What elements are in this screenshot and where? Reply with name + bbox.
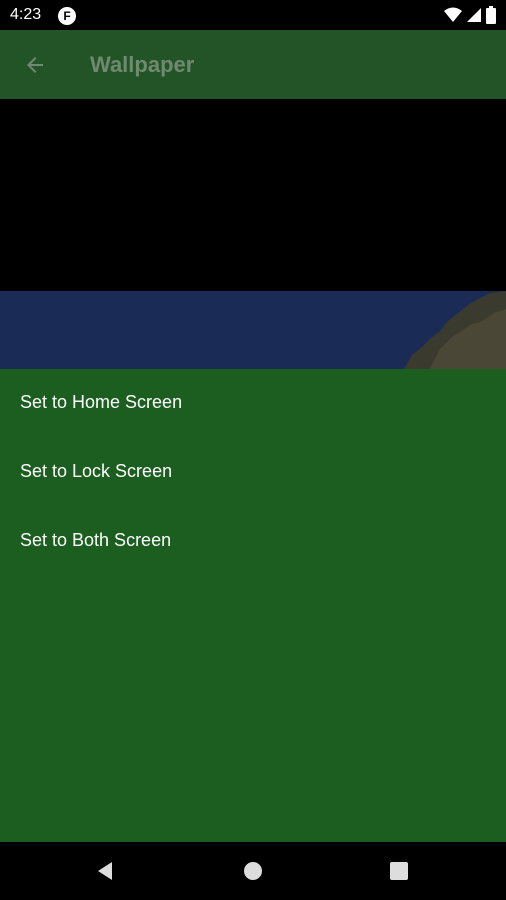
wifi-icon [444,7,462,22]
option-label: Set to Lock Screen [20,461,173,481]
recents-square-icon [390,862,408,880]
cellular-signal-icon [467,8,481,22]
nav-back-button[interactable] [91,856,121,886]
home-circle-icon [244,862,262,880]
wallpaper-preview-image [0,99,506,369]
status-bar: 4:23 F [0,0,506,30]
option-label: Set to Home Screen [20,392,183,412]
nav-home-button[interactable] [238,856,268,886]
screen: 4:23 F Wallpaper Set to Home Screen Set … [0,0,506,900]
set-lock-screen-option[interactable]: Set to Lock Screen [0,438,506,507]
system-nav-bar [0,842,506,900]
option-label: Set to Both Screen [20,530,172,550]
page-title: Wallpaper [90,52,195,77]
wallpaper-options: Set to Home Screen Set to Lock Screen Se… [0,369,506,842]
battery-icon [486,6,496,24]
back-triangle-icon [98,862,112,880]
wallpaper-preview [0,99,506,369]
set-both-screen-option[interactable]: Set to Both Screen [0,507,506,576]
app-bar: Wallpaper [0,30,506,99]
set-home-screen-option[interactable]: Set to Home Screen [0,369,506,438]
notification-app-icon: F [58,7,76,25]
status-icons [444,6,496,24]
status-time: 4:23 [10,6,42,23]
back-button[interactable] [14,44,56,86]
arrow-back-icon [27,57,43,73]
nav-recents-button[interactable] [384,856,414,886]
